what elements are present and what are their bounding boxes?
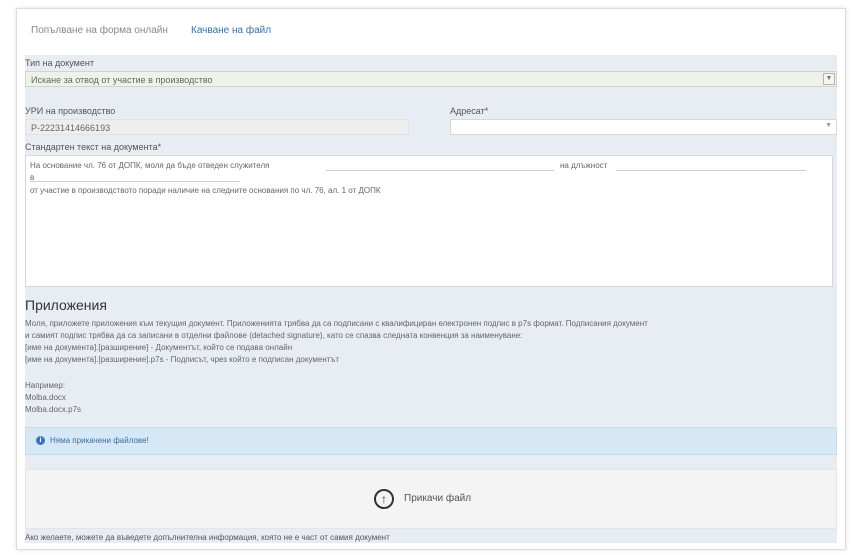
position-underline	[616, 170, 806, 171]
reg-number-input[interactable]: Р-22231414666193	[25, 119, 409, 135]
standard-text-line1-tail: на длъжност	[560, 161, 608, 170]
attachments-paragraph-3: [име на документа].[разширение] - Докуме…	[25, 343, 293, 352]
no-files-alert: i Няма прикачени файлове!	[25, 427, 837, 455]
example-label: Например:	[25, 381, 66, 390]
tab-upload-file[interactable]: Качване на файл	[191, 25, 271, 36]
no-files-text[interactable]: Няма прикачени файлове!	[50, 436, 149, 445]
info-icon: i	[36, 436, 45, 445]
reg-number-value: Р-22231414666193	[31, 123, 111, 133]
attachment-form-card: Попълване на форма онлайн Качване на фай…	[16, 8, 846, 550]
upload-circle-icon: ↑	[374, 489, 394, 509]
doc-type-select[interactable]: Искане за отвод от участие в производств…	[25, 71, 837, 87]
standard-text-line1: На основание чл. 76 от ДОПК, моля да бъд…	[30, 161, 270, 170]
doc-type-value: Искане за отвод от участие в производств…	[31, 75, 213, 85]
tab-fill-online[interactable]: Попълване на форма онлайн	[31, 25, 168, 36]
additional-info-note: Ако желаете, можете да въведете допълнит…	[25, 533, 390, 542]
upload-file-label: Прикачи файл	[404, 493, 472, 504]
attachments-paragraph-2: и самият подпис трябва да са записани в …	[25, 331, 523, 340]
employee-underline	[326, 170, 554, 171]
unit-underline	[30, 181, 240, 182]
standard-text-label: Стандартен текст на документа*	[25, 142, 162, 152]
chevron-down-icon[interactable]: ▼	[823, 73, 835, 85]
standard-text-area[interactable]: На основание чл. 76 от ДОПК, моля да бъд…	[25, 155, 833, 287]
upload-file-button[interactable]: ↑ Прикачи файл	[25, 469, 837, 529]
doc-type-label: Тип на документ	[25, 58, 94, 68]
standard-text-line3: от участие в производството поради налич…	[30, 186, 381, 195]
addressee-select[interactable]: ▼	[450, 119, 837, 135]
chevron-down-icon: ▼	[825, 122, 832, 129]
form-panel: Тип на документ Искане за отвод от участ…	[25, 55, 837, 543]
attachments-paragraph-1: Моля, приложете приложения към текущия д…	[25, 319, 648, 328]
addressee-label: Адресат*	[450, 106, 489, 116]
attachments-title: Приложения	[25, 297, 107, 313]
example-file-2: Molba.docx.p7s	[25, 405, 82, 414]
reg-number-label: УРИ на производство	[25, 106, 116, 116]
attachments-paragraph-4: [име на документа].[разширение].p7s - По…	[25, 355, 340, 364]
example-file-1: Molba.docx	[25, 393, 66, 402]
